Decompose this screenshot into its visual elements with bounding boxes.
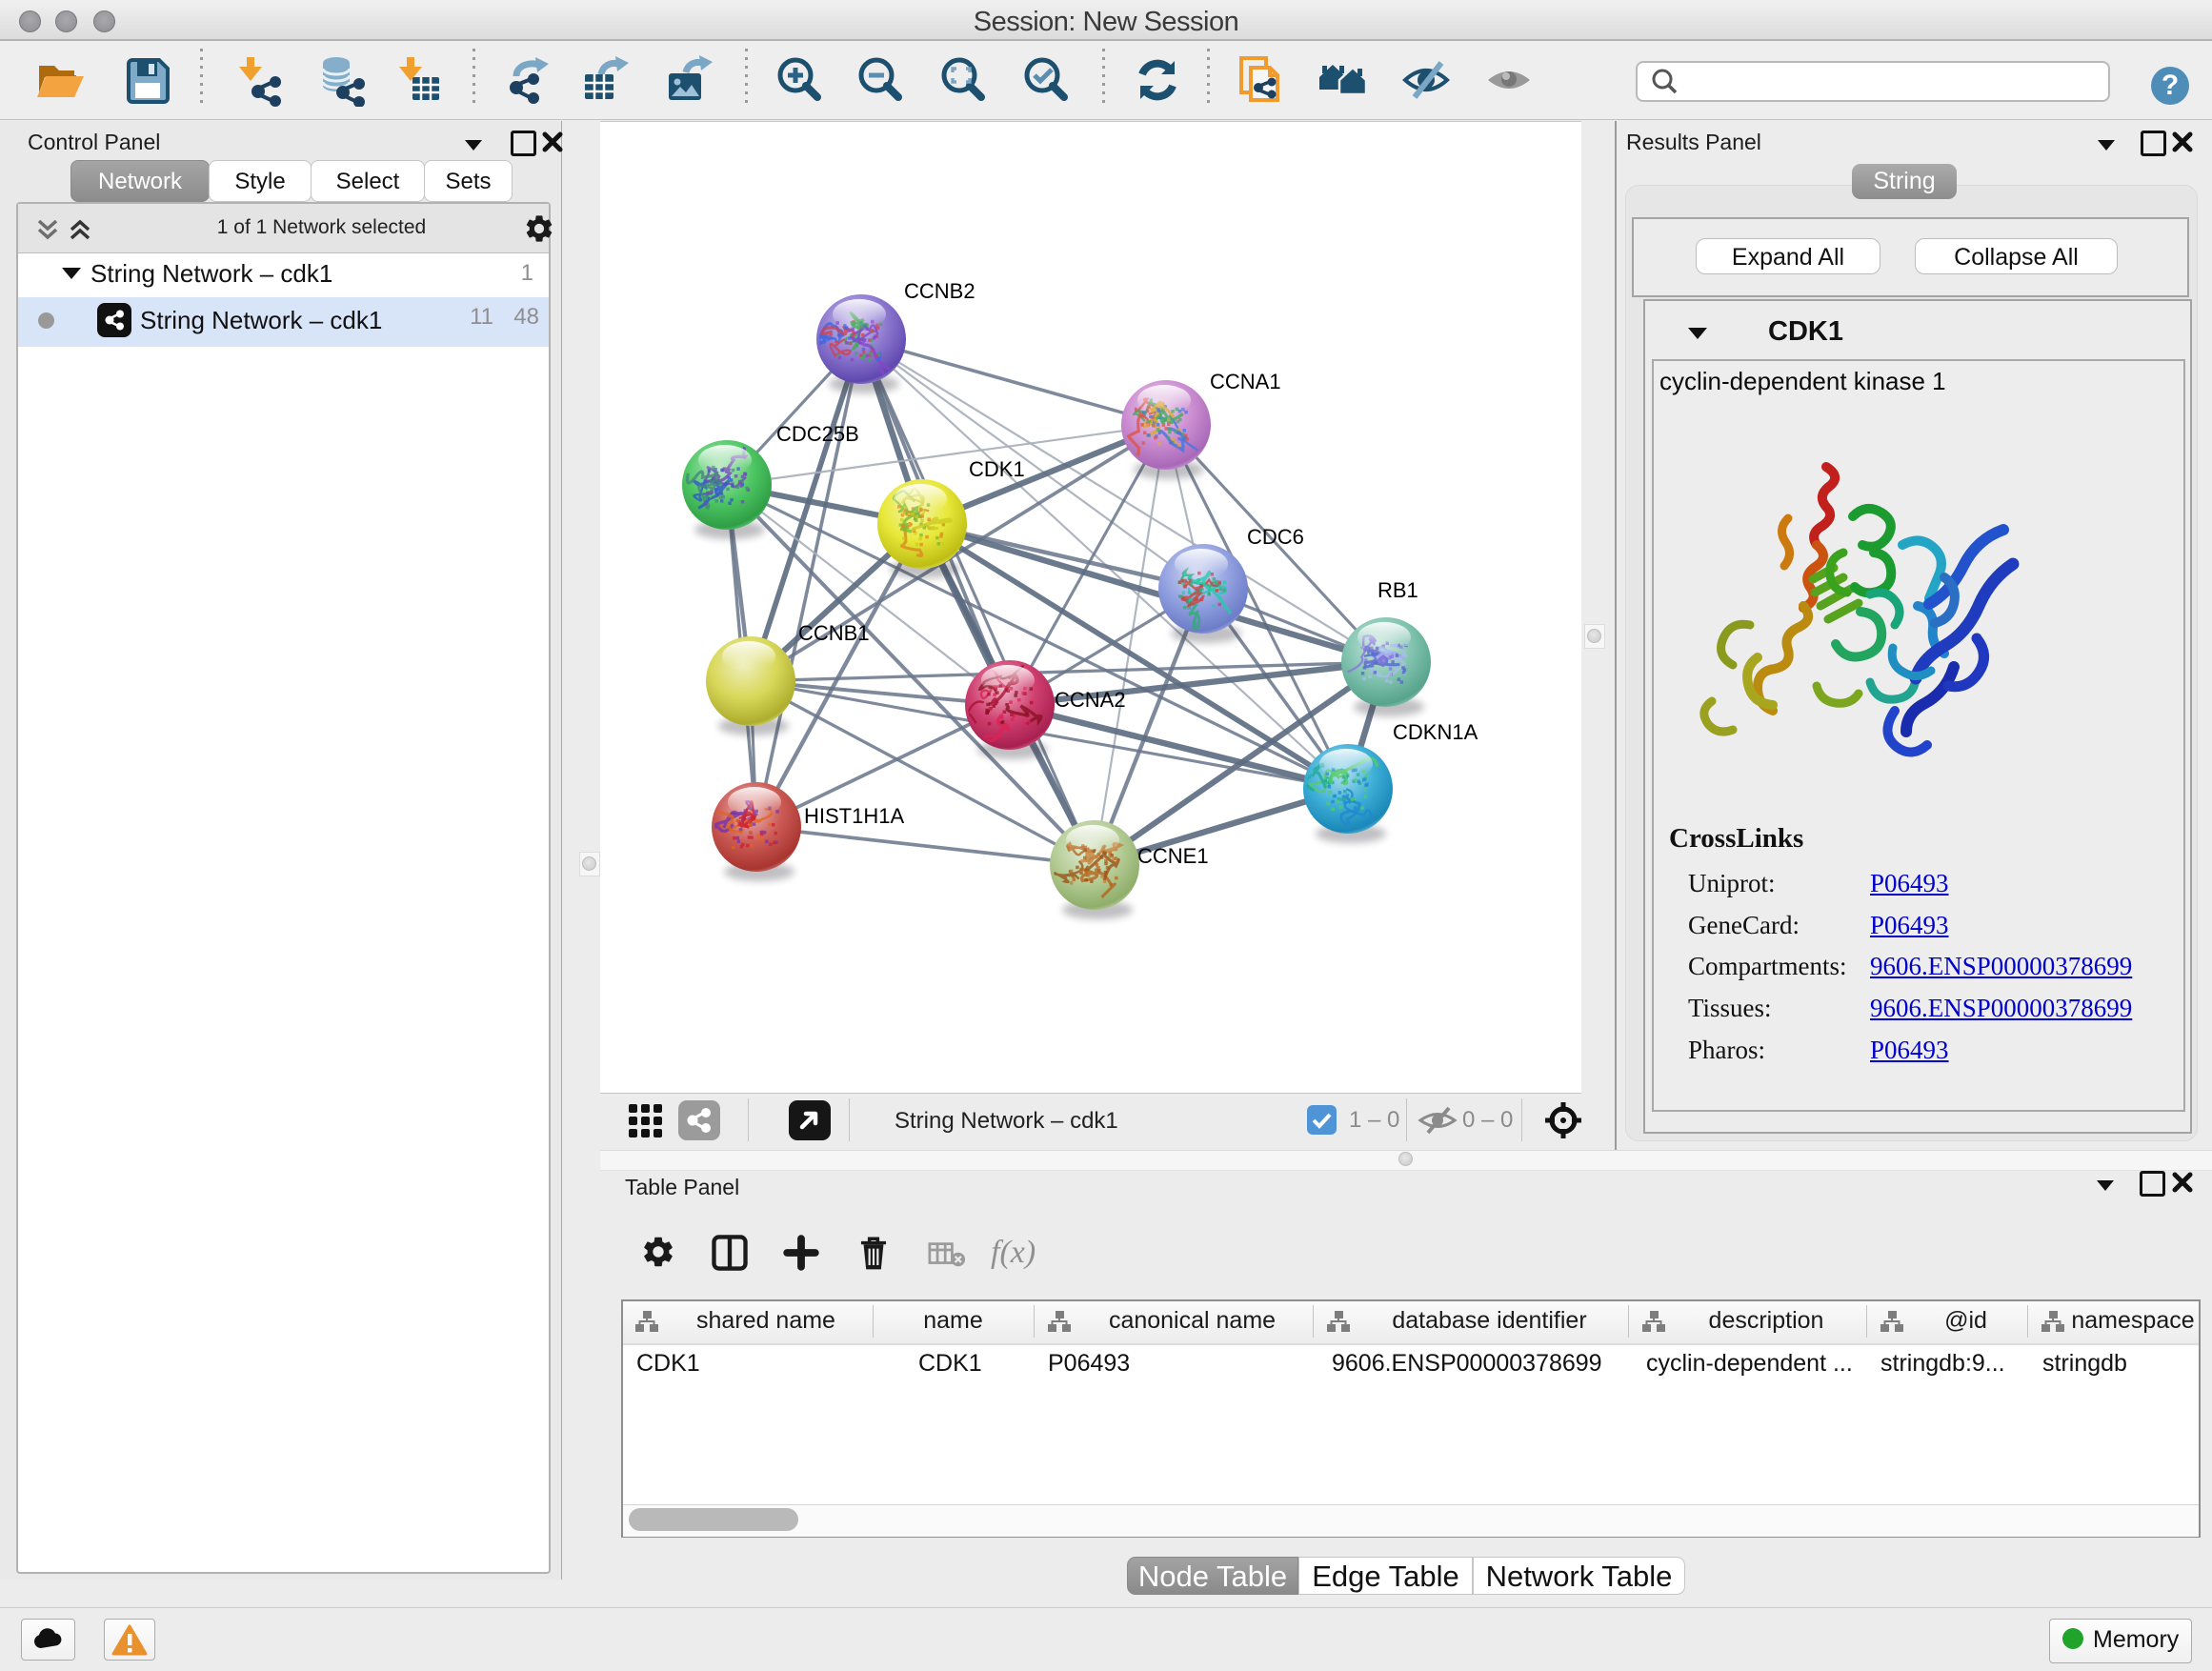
svg-text:CCNB2: CCNB2 xyxy=(904,279,975,303)
svg-text:RB1: RB1 xyxy=(1377,578,1418,602)
svg-text:CCNE1: CCNE1 xyxy=(1137,844,1209,868)
svg-text:CDC25B: CDC25B xyxy=(776,422,859,446)
svg-text:CDC6: CDC6 xyxy=(1247,525,1304,549)
svg-text:CCNA2: CCNA2 xyxy=(1055,688,1126,712)
svg-text:HIST1H1A: HIST1H1A xyxy=(804,804,904,828)
svg-text:CCNA1: CCNA1 xyxy=(1210,370,1281,393)
svg-text:CDK1: CDK1 xyxy=(969,457,1025,481)
svg-text:CDKN1A: CDKN1A xyxy=(1393,720,1478,744)
svg-text:CCNB1: CCNB1 xyxy=(798,621,870,645)
